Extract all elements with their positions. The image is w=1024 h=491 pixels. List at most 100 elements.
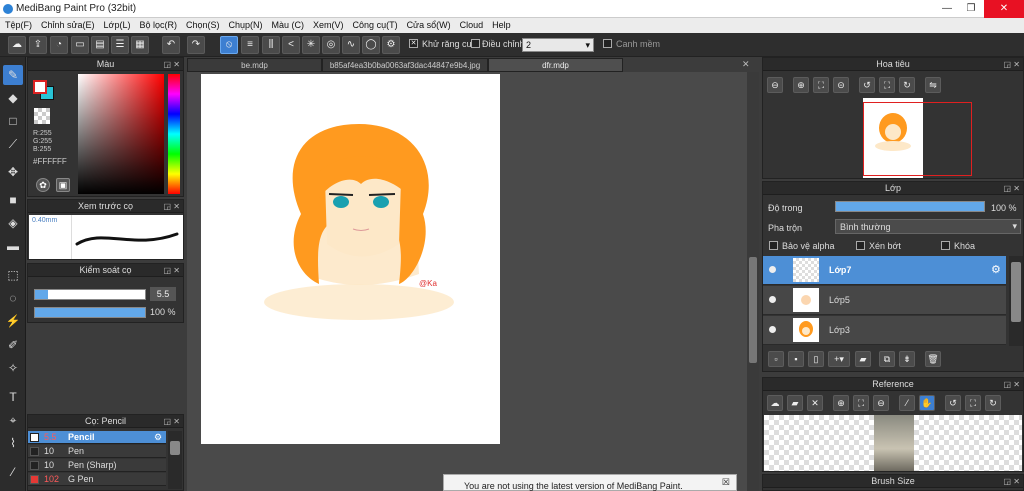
close-button[interactable]: ✕ bbox=[984, 0, 1024, 18]
add-layer-menu-icon[interactable]: +▾ bbox=[828, 351, 850, 367]
new-halftone-layer-icon[interactable]: ▪ bbox=[788, 351, 804, 367]
gradient-tool-icon[interactable]: ▬ bbox=[3, 236, 23, 256]
eraser-tool-icon[interactable]: ◆ bbox=[3, 88, 23, 108]
fit-screen-icon[interactable]: ⛶ bbox=[813, 77, 829, 93]
visibility-icon[interactable] bbox=[769, 326, 776, 333]
reference-canvas[interactable] bbox=[764, 415, 1022, 471]
zoom-out-icon[interactable]: ⊖ bbox=[767, 77, 783, 93]
rotate-reset-icon[interactable]: ⛶ bbox=[965, 395, 981, 411]
primary-color-swatch[interactable] bbox=[33, 80, 47, 94]
list-icon[interactable]: ☰ bbox=[111, 36, 129, 54]
panel-controls-icon[interactable]: ◲ ✕ bbox=[1004, 58, 1020, 71]
radial-snap-icon[interactable]: ✳ bbox=[302, 36, 320, 54]
panel-controls-icon[interactable]: ◲ ✕ bbox=[164, 58, 180, 71]
panel-controls-icon[interactable]: ◲ ✕ bbox=[1004, 182, 1020, 195]
brush-item[interactable]: 5.5 Pencil ⚙ bbox=[28, 431, 166, 444]
menu-edit[interactable]: Chỉnh sửa(E) bbox=[36, 18, 99, 30]
menu-snap[interactable]: Chụp(N) bbox=[224, 18, 267, 30]
snap-settings-icon[interactable]: ⚙ bbox=[382, 36, 400, 54]
visibility-icon[interactable] bbox=[769, 296, 776, 303]
canvas-area[interactable]: @Ka bbox=[187, 72, 759, 491]
menu-help[interactable]: Help bbox=[487, 18, 515, 30]
bucket-tool-icon[interactable]: ◈ bbox=[3, 213, 23, 233]
vanishing-point-icon[interactable]: < bbox=[282, 36, 300, 54]
select-pen-tool-icon[interactable]: ✐ bbox=[3, 335, 23, 355]
redo-icon[interactable]: ↷ bbox=[187, 36, 205, 54]
brush-list-scrollbar[interactable] bbox=[168, 431, 182, 489]
protect-alpha-checkbox[interactable] bbox=[769, 241, 778, 250]
ellipse-snap-icon[interactable]: ◯ bbox=[362, 36, 380, 54]
menu-window[interactable]: Cửa sổ(W) bbox=[402, 18, 455, 30]
navigator-viewport[interactable] bbox=[863, 102, 972, 176]
circle-snap-icon[interactable]: ◎ bbox=[322, 36, 340, 54]
minimize-button[interactable]: — bbox=[936, 0, 958, 18]
cloud-upload-icon[interactable]: ☁ bbox=[767, 395, 783, 411]
eyedropper-tool-icon[interactable]: ⁄ bbox=[3, 462, 23, 482]
smooth-checkbox[interactable] bbox=[603, 39, 612, 48]
parallel-snap-icon[interactable]: ≡ bbox=[241, 36, 259, 54]
brush-size-slider[interactable] bbox=[34, 289, 146, 300]
text-tool-icon[interactable]: T bbox=[3, 387, 23, 407]
fill-rect-tool-icon[interactable]: ■ bbox=[3, 190, 23, 210]
snap-off-icon[interactable]: ⦸ bbox=[220, 36, 238, 54]
brush-item[interactable]: 10 Pen (Sharp) bbox=[28, 459, 166, 472]
open-folder-icon[interactable]: ▰ bbox=[787, 395, 803, 411]
undo-icon[interactable]: ↶ bbox=[162, 36, 180, 54]
new-layer-icon[interactable]: ▫ bbox=[768, 351, 784, 367]
panel-controls-icon[interactable]: ◲ ✕ bbox=[164, 415, 180, 428]
lasso-tool-icon[interactable]: ◌ bbox=[3, 288, 23, 308]
menu-layer[interactable]: Lớp(L) bbox=[99, 18, 135, 30]
tab-be[interactable]: be.mdp bbox=[187, 58, 322, 72]
brush-opacity-slider[interactable] bbox=[34, 307, 146, 318]
document-icon[interactable]: ▤ bbox=[91, 36, 109, 54]
rotate-reset-icon[interactable]: ⛶ bbox=[879, 77, 895, 93]
close-reference-icon[interactable]: ✕ bbox=[807, 395, 823, 411]
panel-controls-icon[interactable]: ◲ ✕ bbox=[164, 264, 180, 277]
rotate-left-icon[interactable]: ↺ bbox=[945, 395, 961, 411]
rotate-left-icon[interactable]: ↺ bbox=[859, 77, 875, 93]
drawing-canvas[interactable]: @Ka bbox=[201, 74, 500, 444]
menu-tools[interactable]: Công cụ(T) bbox=[348, 18, 402, 30]
select-eraser-tool-icon[interactable]: ✧ bbox=[3, 358, 23, 378]
merge-layer-icon[interactable]: ⇟ bbox=[899, 351, 915, 367]
hand-icon[interactable]: ✋ bbox=[919, 395, 935, 411]
zoom-reset-icon[interactable]: ⊝ bbox=[833, 77, 849, 93]
delete-layer-icon[interactable]: 🗑 bbox=[925, 351, 941, 367]
zoom-out-icon[interactable]: ⊖ bbox=[873, 395, 889, 411]
zoom-in-icon[interactable]: ⊕ bbox=[833, 395, 849, 411]
blur-tool-icon[interactable]: ⌇ bbox=[3, 433, 23, 453]
rectangle-tool-icon[interactable]: □ bbox=[3, 111, 23, 131]
panel-controls-icon[interactable]: ◲ ✕ bbox=[164, 200, 180, 213]
hue-slider[interactable] bbox=[168, 74, 180, 194]
fit-screen-icon[interactable]: ⛶ bbox=[853, 395, 869, 411]
antialias-checkbox[interactable]: ✕ bbox=[409, 39, 418, 48]
tab-dfr[interactable]: dfr.mdp bbox=[488, 58, 623, 72]
select-tool-icon[interactable]: ⬚ bbox=[3, 265, 23, 285]
layer-row[interactable]: Lớp7 ⚙ bbox=[763, 256, 1006, 285]
layer-opacity-slider[interactable] bbox=[835, 201, 985, 212]
crosshatch-snap-icon[interactable]: ⫼ bbox=[262, 36, 280, 54]
menu-select[interactable]: Chọn(S) bbox=[181, 18, 224, 30]
clipping-checkbox[interactable] bbox=[856, 241, 865, 250]
dot-tool-icon[interactable]: ⟋ bbox=[3, 134, 23, 154]
adjust-select[interactable]: 2 ▾ bbox=[522, 38, 594, 52]
new-8bit-layer-icon[interactable]: ▯ bbox=[808, 351, 824, 367]
comment-icon[interactable]: ◔ bbox=[50, 36, 68, 54]
menu-file[interactable]: Tệp(F) bbox=[0, 18, 36, 30]
operation-tool-icon[interactable]: ⌖ bbox=[3, 410, 23, 430]
panel-controls-icon[interactable]: ◲ ✕ bbox=[1004, 378, 1020, 391]
menu-cloud[interactable]: Cloud bbox=[455, 18, 488, 30]
transparent-color-swatch[interactable] bbox=[34, 108, 50, 124]
grid-icon[interactable]: ▦ bbox=[131, 36, 149, 54]
blend-mode-select[interactable]: Bình thường ▾ bbox=[835, 219, 1021, 234]
rotate-right-icon[interactable]: ↻ bbox=[899, 77, 915, 93]
brush-size-value[interactable]: 5.5 bbox=[150, 287, 176, 301]
close-notice-icon[interactable]: ☒ bbox=[722, 477, 730, 488]
brush-tool-icon[interactable]: ✎ bbox=[3, 65, 23, 85]
layer-scrollbar[interactable] bbox=[1009, 256, 1023, 346]
brush-item[interactable]: 102 G Pen bbox=[28, 473, 166, 486]
message-icon[interactable]: ▭ bbox=[71, 36, 89, 54]
curve-snap-icon[interactable]: ∿ bbox=[342, 36, 360, 54]
cloud-icon[interactable]: ☁ bbox=[8, 36, 26, 54]
gear-icon[interactable]: ⚙ bbox=[991, 263, 1001, 276]
